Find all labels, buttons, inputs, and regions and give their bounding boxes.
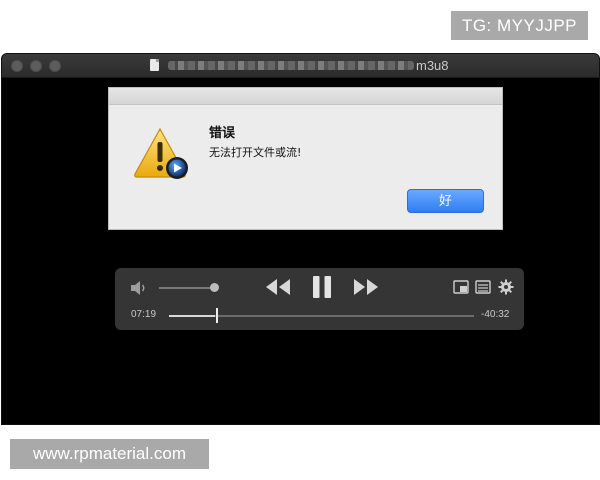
minimize-window-button[interactable] xyxy=(30,60,42,72)
scrubber-handle[interactable] xyxy=(216,308,218,323)
pause-icon[interactable] xyxy=(311,275,333,299)
volume-slider-track[interactable] xyxy=(159,287,215,289)
settings-gear-icon[interactable] xyxy=(498,279,514,295)
fast-forward-icon[interactable] xyxy=(353,278,379,296)
ok-button[interactable]: 好 xyxy=(407,189,484,213)
scrubber-progress xyxy=(169,315,215,317)
cropped-menubar-text xyxy=(6,44,96,54)
picture-in-picture-icon[interactable] xyxy=(453,280,469,294)
alert-message: 无法打开文件或流! xyxy=(209,146,302,159)
window-title-blurred xyxy=(168,61,414,70)
alert-title: 错误 xyxy=(209,126,236,141)
error-dialog: 错误 无法打开文件或流! 好 xyxy=(108,87,503,230)
title-bar[interactable]: m3u8 xyxy=(2,54,599,78)
zoom-window-button[interactable] xyxy=(49,60,61,72)
window-title-suffix: m3u8 xyxy=(416,58,449,73)
chapters-icon[interactable] xyxy=(475,280,491,294)
dialog-title-bar xyxy=(109,88,502,105)
watermark-top: TG: MYYJJPP xyxy=(451,11,588,40)
warning-icon xyxy=(134,127,188,179)
close-window-button[interactable] xyxy=(11,60,23,72)
volume-icon[interactable] xyxy=(130,280,148,296)
watermark-bottom: www.rpmaterial.com xyxy=(10,439,209,469)
volume-slider-knob[interactable] xyxy=(210,283,219,292)
document-icon xyxy=(150,59,159,71)
rewind-icon[interactable] xyxy=(265,278,291,296)
playback-controls: 07:19 -40:32 xyxy=(115,268,524,330)
elapsed-time: 07:19 xyxy=(131,309,157,320)
remaining-time: -40:32 xyxy=(481,309,510,320)
